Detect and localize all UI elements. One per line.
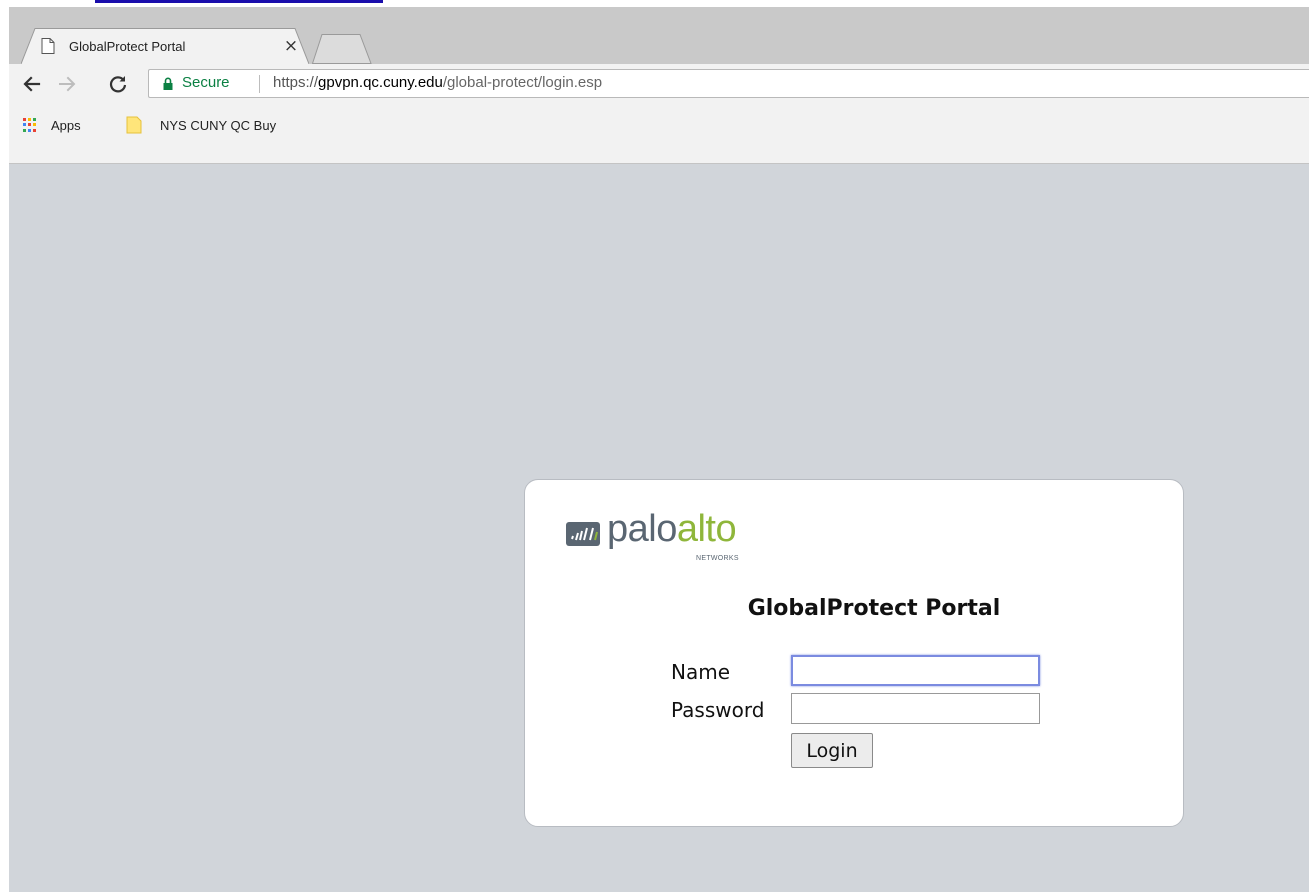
page-title: GlobalProtect Portal — [747, 596, 1001, 621]
forward-arrow-icon[interactable] — [56, 73, 78, 95]
name-label: Name — [671, 660, 731, 684]
reload-icon[interactable] — [107, 73, 129, 95]
logo-wordmark: paloalto — [607, 508, 737, 551]
bookmarks-bar: Apps NYS CUNY QC Buy — [9, 104, 1309, 164]
login-card: paloalto NETWORKS GlobalProtect Portal N… — [524, 479, 1184, 827]
url-text: https://gpvpn.qc.cuny.edu/global-protect… — [273, 74, 602, 91]
new-tab-button[interactable] — [312, 34, 372, 64]
password-label: Password — [671, 698, 765, 722]
close-tab-icon[interactable]: × — [281, 36, 301, 56]
logo-word-alto: alto — [676, 508, 737, 550]
password-input[interactable] — [791, 693, 1040, 724]
apps-grid-icon — [23, 117, 38, 133]
bookmark-label: NYS CUNY QC Buy — [160, 117, 277, 133]
browser-window: GlobalProtect Portal × Secure https://gp… — [9, 7, 1309, 892]
tab-title: GlobalProtect Portal — [69, 39, 186, 54]
bookmark-nys-cuny-qc-buy[interactable]: NYS CUNY QC Buy — [126, 115, 276, 135]
logo-word-palo: palo — [607, 508, 677, 550]
top-strip — [0, 0, 1309, 7]
browser-toolbar: Secure https://gpvpn.qc.cuny.edu/global-… — [9, 64, 1309, 104]
url-path: /global-protect/login.esp — [442, 74, 603, 91]
page-content: paloalto NETWORKS GlobalProtect Portal N… — [9, 164, 1309, 892]
lock-icon — [163, 77, 173, 90]
url-scheme: https:// — [273, 74, 319, 91]
bookmark-apps[interactable]: Apps — [23, 115, 81, 135]
url-host: gpvpn.qc.cuny.edu — [318, 74, 443, 91]
name-input[interactable] — [791, 655, 1040, 686]
back-arrow-icon[interactable] — [21, 73, 43, 95]
address-separator — [259, 75, 260, 93]
cropped-link-underline — [95, 0, 383, 3]
security-label: Secure — [182, 74, 230, 91]
tab-strip: GlobalProtect Portal × — [9, 7, 1309, 64]
login-button[interactable]: Login — [791, 733, 873, 768]
logo-subtitle: NETWORKS — [696, 555, 739, 562]
page-icon — [41, 38, 55, 54]
palo-alto-logo-mark-icon — [566, 522, 600, 546]
palo-alto-networks-logo: paloalto NETWORKS — [566, 508, 776, 570]
address-bar[interactable]: Secure https://gpvpn.qc.cuny.edu/global-… — [148, 69, 1309, 98]
folder-icon — [126, 116, 142, 134]
bookmark-label: Apps — [51, 117, 81, 133]
